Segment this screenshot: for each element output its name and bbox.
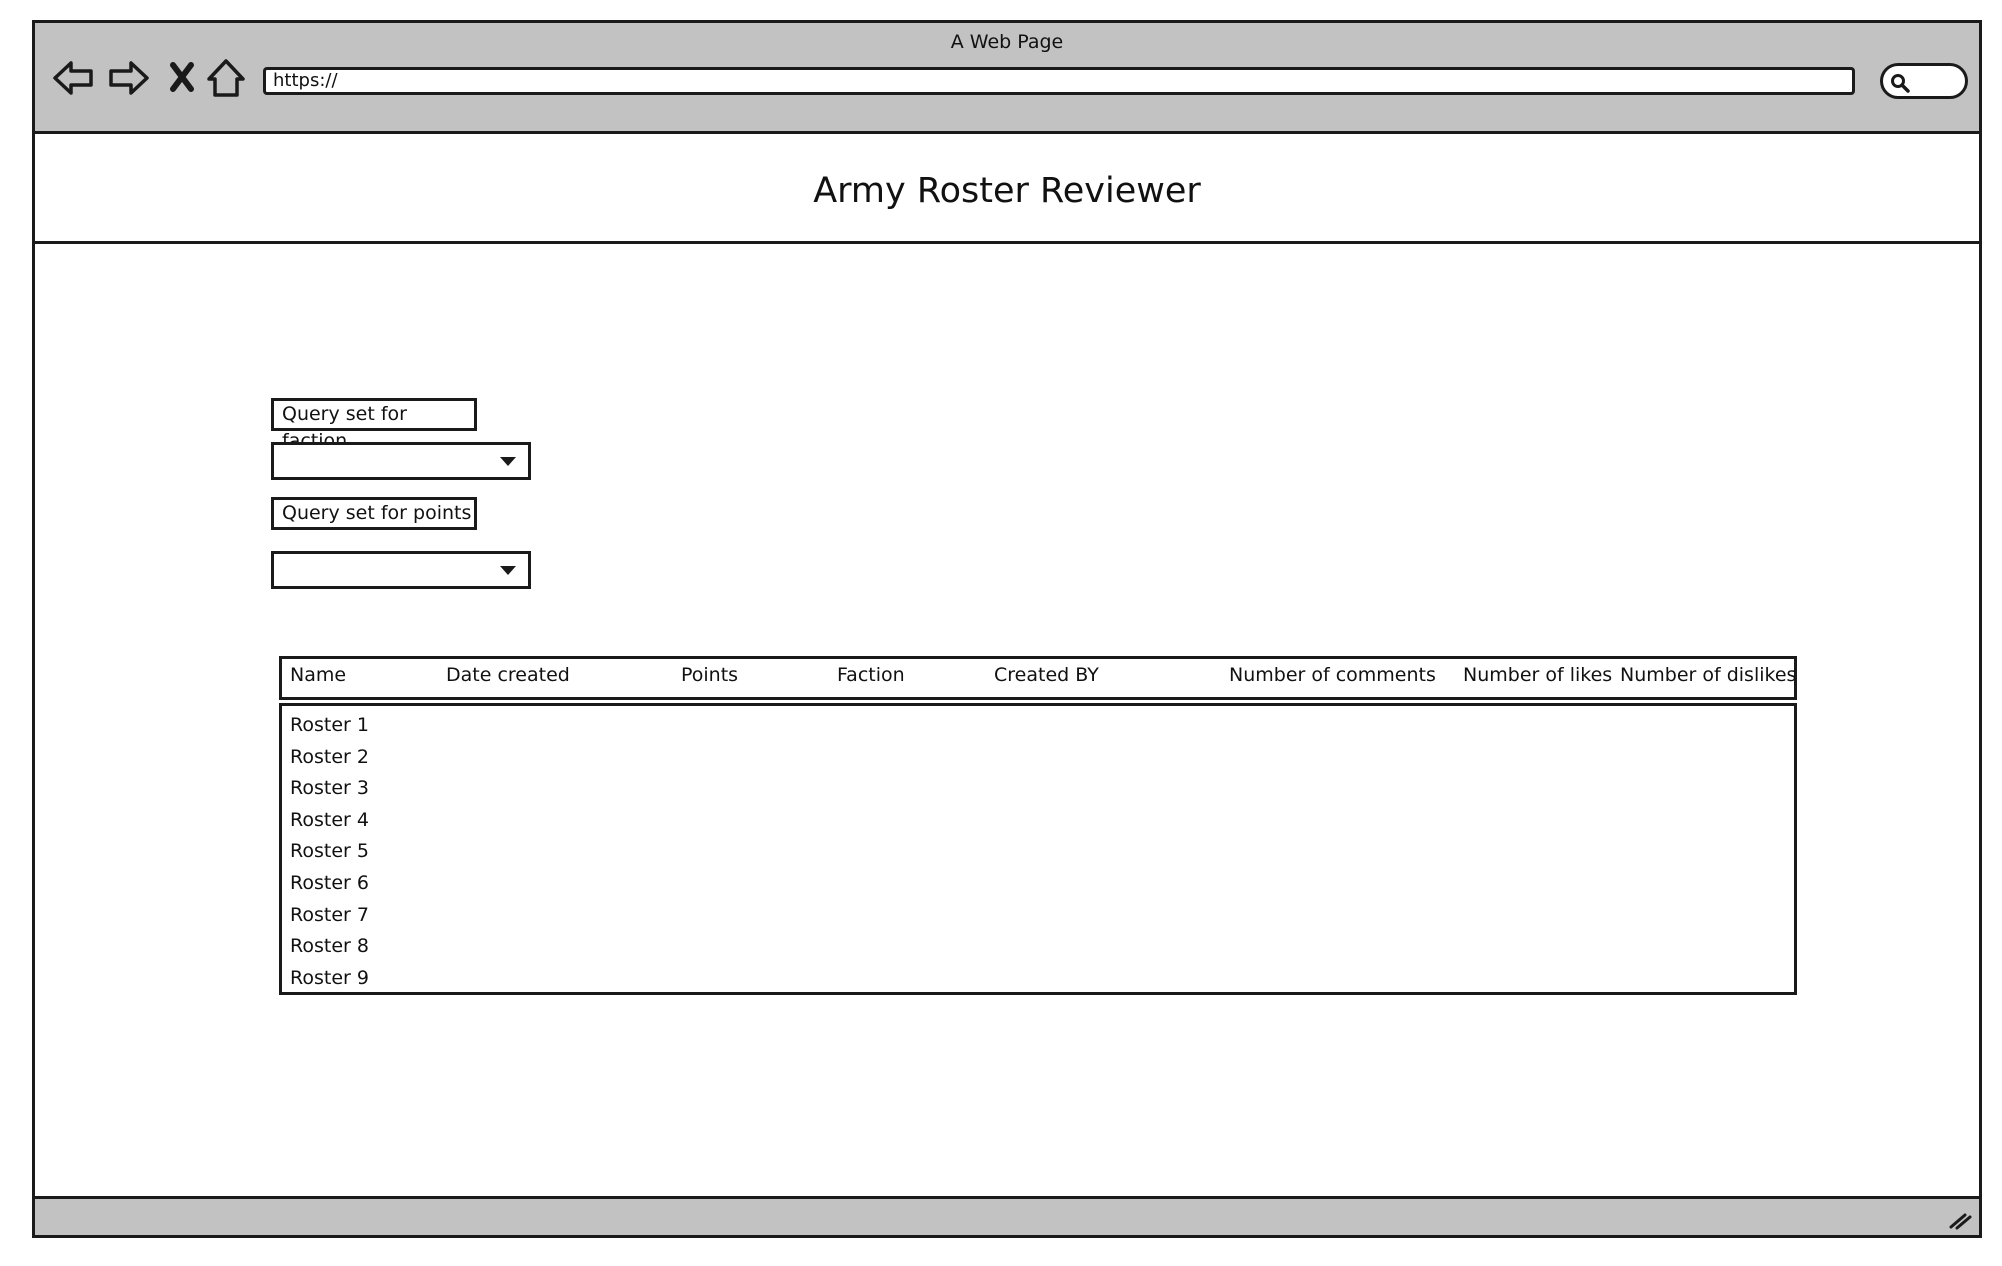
column-header-date[interactable]: Date created [446, 664, 570, 686]
window-title: A Web Page [950, 31, 1064, 53]
column-header-points[interactable]: Points [681, 664, 738, 686]
table-row[interactable]: Roster 4 [282, 805, 1794, 837]
points-dropdown[interactable] [271, 551, 531, 589]
chevron-down-icon [500, 566, 516, 575]
address-bar[interactable]: https:// [263, 67, 1855, 95]
status-bar [35, 1196, 1979, 1235]
back-icon[interactable] [51, 55, 97, 101]
column-header-created-by[interactable]: Created BY [994, 664, 1099, 686]
roster-table-header: Name Date created Points Faction Created… [279, 656, 1797, 700]
table-row[interactable]: Roster 5 [282, 836, 1794, 868]
table-row[interactable]: Roster 1 [282, 710, 1794, 742]
faction-dropdown[interactable] [271, 442, 531, 480]
column-header-name[interactable]: Name [290, 664, 346, 686]
search-icon [1891, 74, 1910, 93]
stop-icon[interactable] [159, 55, 205, 101]
faction-query-label: Query set for faction [271, 398, 477, 452]
search-button[interactable] [1880, 63, 1968, 99]
header-divider [35, 241, 1979, 244]
points-query-label: Query set for points [271, 497, 477, 530]
home-icon[interactable] [203, 55, 249, 101]
column-header-comments[interactable]: Number of comments [1229, 664, 1436, 686]
table-row[interactable]: Roster 7 [282, 900, 1794, 932]
browser-toolbar: A Web Page https:// [35, 23, 1979, 134]
page-title: Army Roster Reviewer [813, 171, 1201, 211]
forward-icon[interactable] [105, 55, 151, 101]
table-row[interactable]: Roster 2 [282, 742, 1794, 774]
column-header-likes[interactable]: Number of likes [1463, 664, 1612, 686]
resize-grip-icon[interactable] [1947, 1207, 1973, 1231]
table-row[interactable]: Roster 9 [282, 963, 1794, 995]
column-header-faction[interactable]: Faction [837, 664, 905, 686]
column-header-dislikes[interactable]: Number of dislikes [1620, 664, 1796, 686]
browser-window: A Web Page https:// Army Roster Reviewer… [32, 20, 1982, 1238]
table-row[interactable]: Roster 6 [282, 868, 1794, 900]
chevron-down-icon [500, 457, 516, 466]
table-row[interactable]: Roster 8 [282, 931, 1794, 963]
roster-table-body: Roster 1 Roster 2 Roster 3 Roster 4 Rost… [279, 703, 1797, 995]
table-row[interactable]: Roster 3 [282, 773, 1794, 805]
